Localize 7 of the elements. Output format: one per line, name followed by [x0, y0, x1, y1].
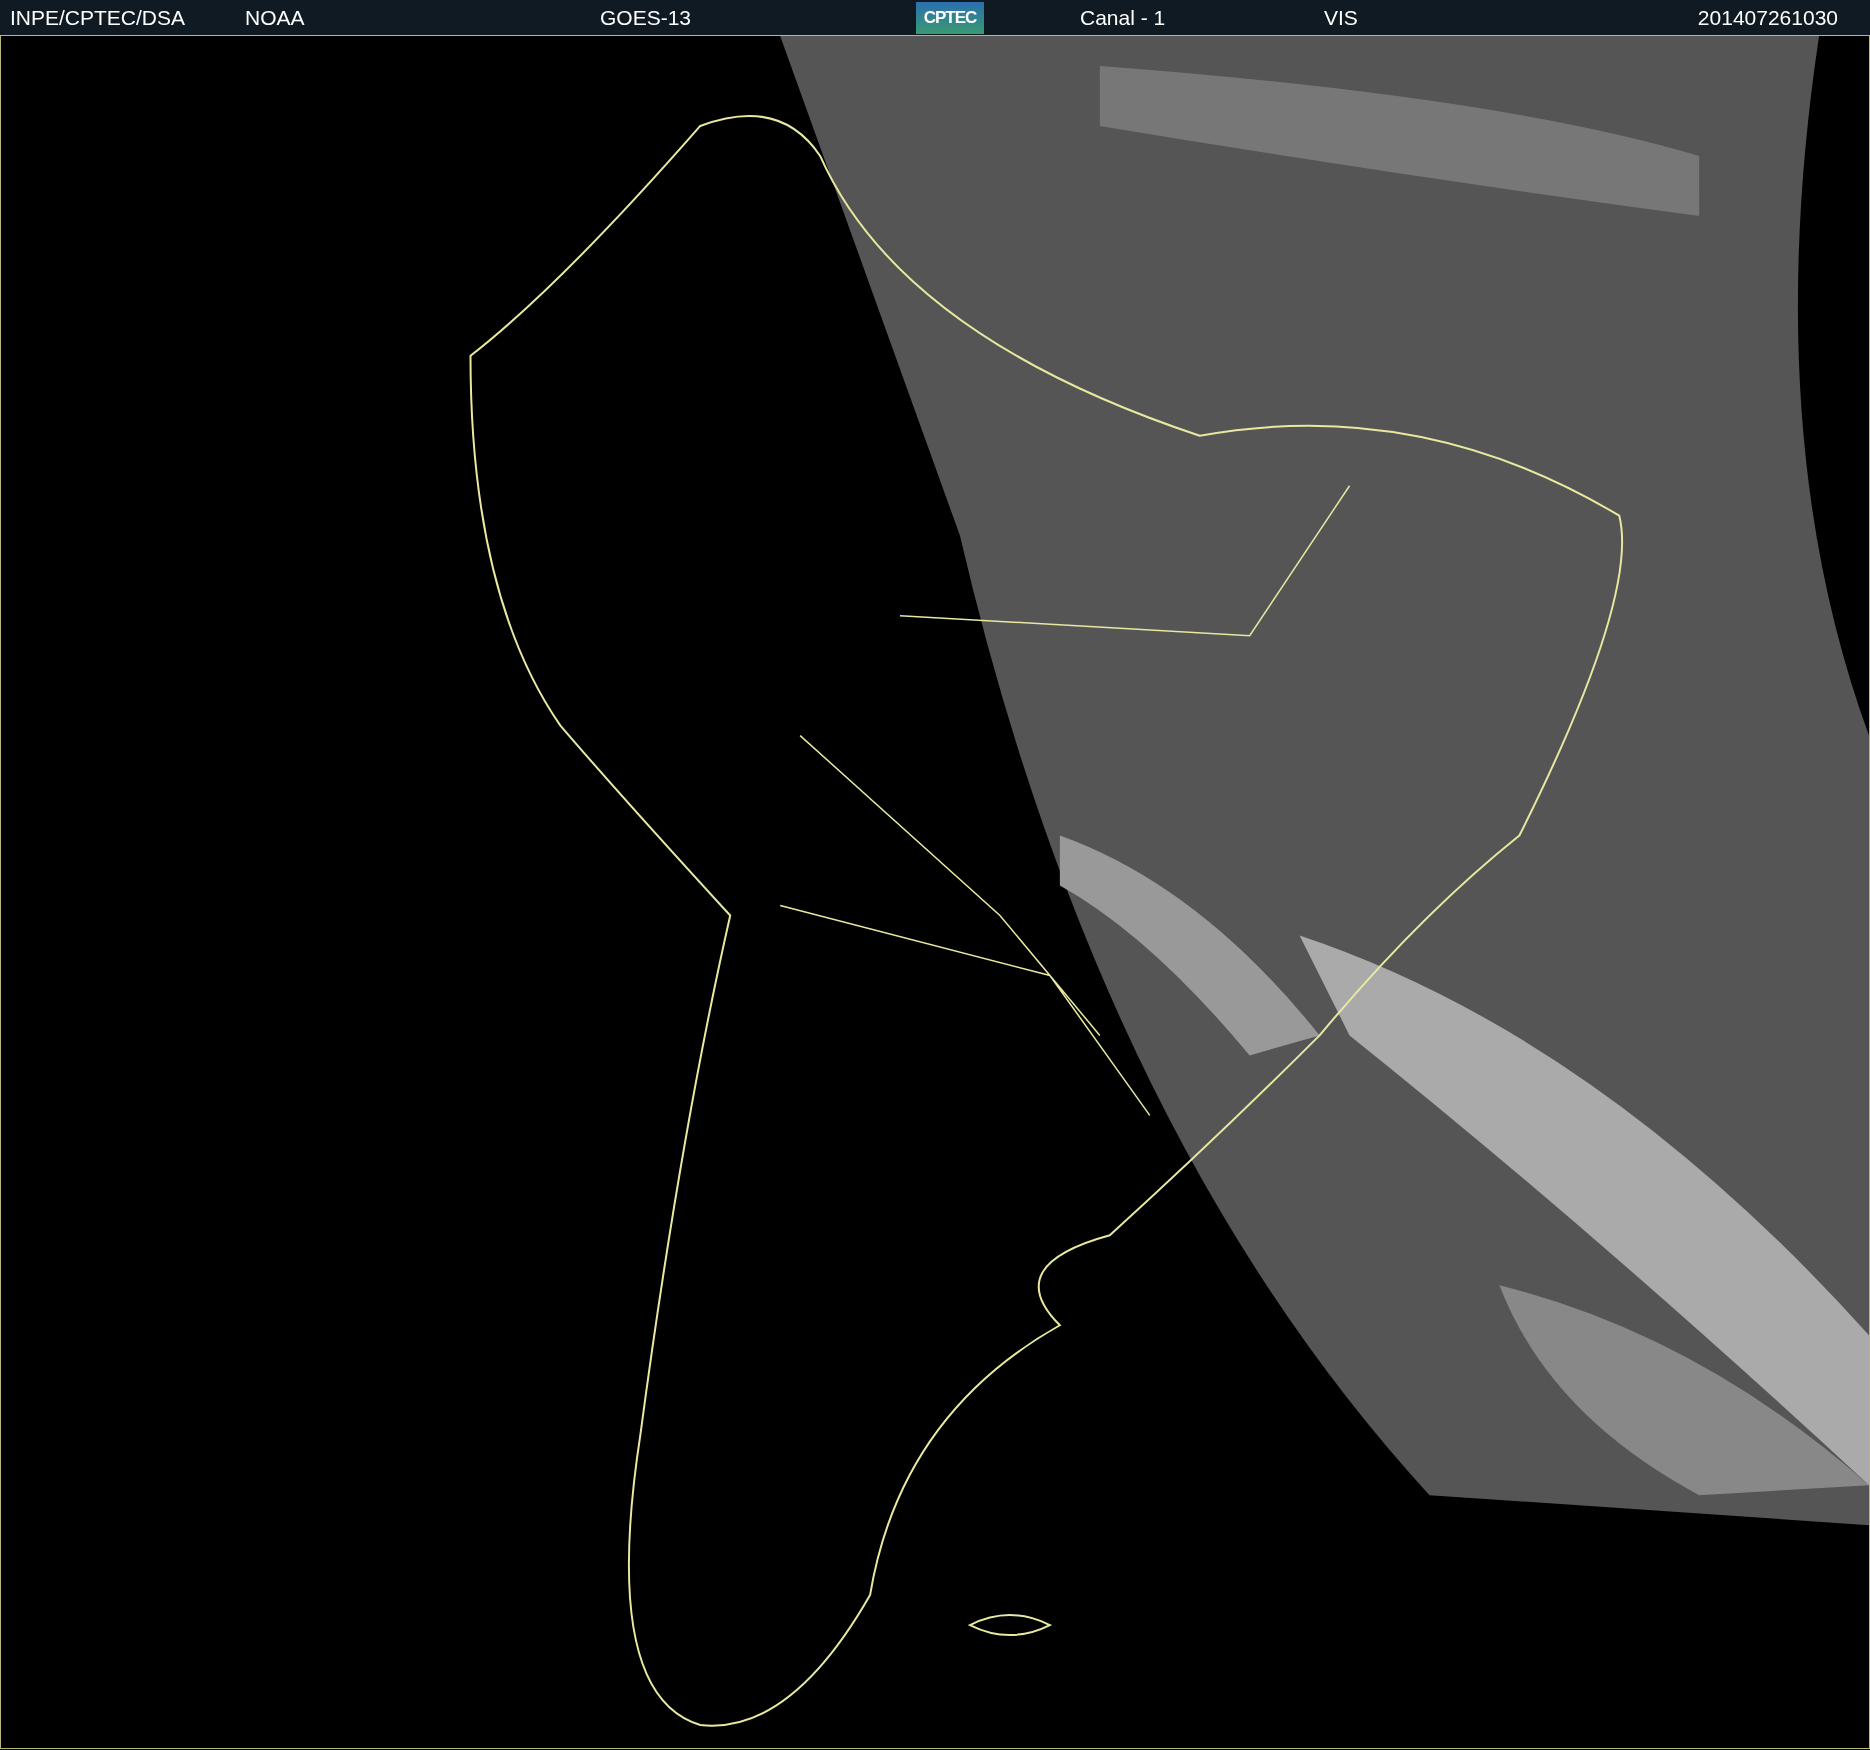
header-label: 201407261030 — [1697, 5, 1838, 29]
header-label: NOAA — [245, 5, 305, 29]
header-label: Canal - 1 — [1080, 5, 1166, 29]
logo: CPTEC — [916, 1, 984, 34]
header-label: VIS — [1324, 5, 1358, 29]
header-label: GOES-13 — [600, 5, 692, 29]
header-label: INPE/CPTEC/DSA — [10, 5, 186, 29]
